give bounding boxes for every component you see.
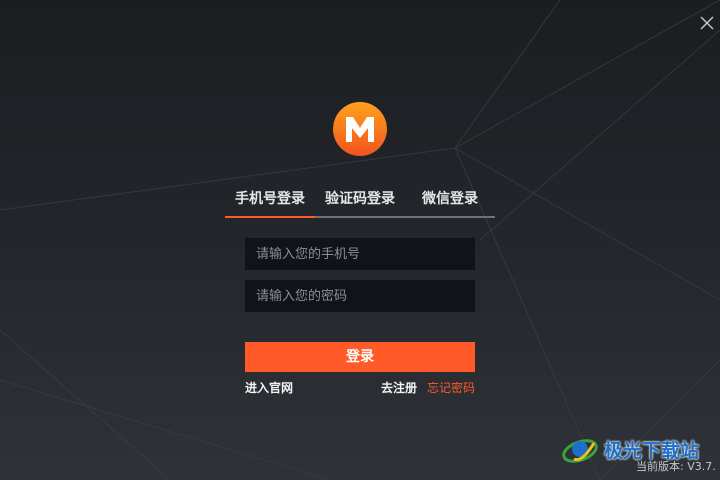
login-button[interactable]: 登录 (245, 342, 475, 372)
forgot-password-link[interactable]: 忘记密码 (427, 379, 475, 396)
tab-code-login[interactable]: 验证码登录 (315, 186, 405, 216)
tab-wechat-login[interactable]: 微信登录 (405, 186, 495, 216)
app-logo (333, 102, 387, 156)
register-link[interactable]: 去注册 (381, 379, 417, 396)
phone-input[interactable] (245, 238, 475, 270)
close-icon[interactable] (698, 14, 716, 32)
password-input[interactable] (245, 280, 475, 312)
login-tabs: 手机号登录 验证码登录 微信登录 (225, 186, 495, 218)
watermark-logo-icon (562, 439, 598, 463)
version-label: 当前版本: V3.7. (636, 460, 716, 473)
official-site-link[interactable]: 进入官网 (245, 379, 293, 396)
tab-phone-login[interactable]: 手机号登录 (225, 186, 315, 218)
